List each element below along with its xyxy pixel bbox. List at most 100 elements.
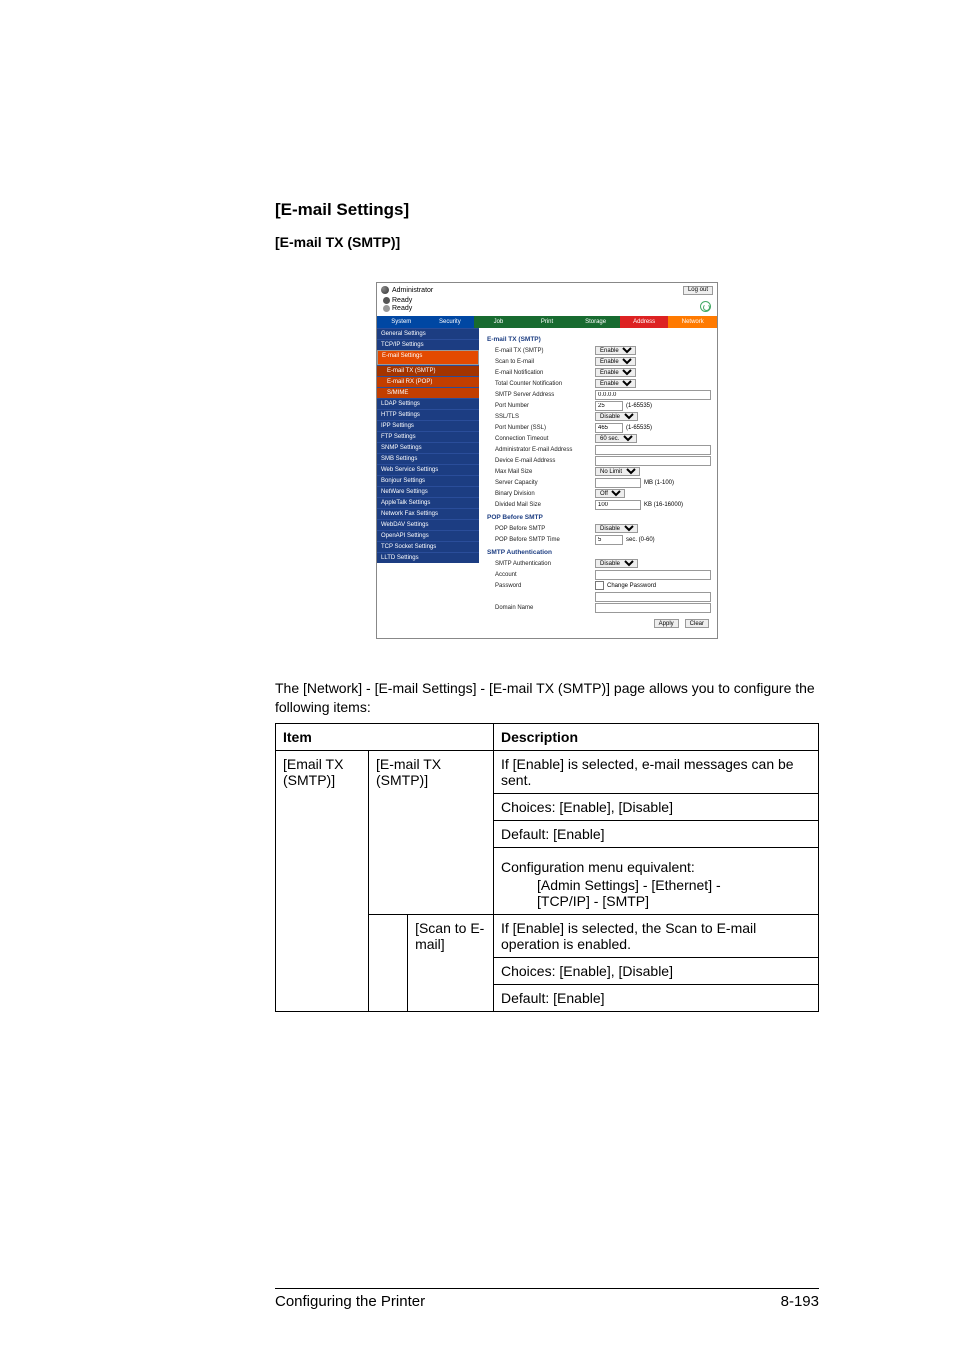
form-suffix: (1-65535) [626, 425, 652, 431]
smtp-server-input[interactable] [595, 390, 711, 400]
footer-page: 8-193 [781, 1293, 819, 1310]
admin-screenshot: Administrator Log out Ready Ready System… [376, 282, 718, 639]
sidebar-item[interactable]: LLTD Settings [377, 552, 479, 563]
sidebar-item[interactable]: E-mail Settings [377, 350, 479, 365]
tab-job[interactable]: Job [474, 316, 523, 328]
page-footer: Configuring the Printer 8-193 [275, 1288, 819, 1310]
form-section-title: E-mail TX (SMTP) [487, 332, 711, 345]
sidebar-item[interactable]: AppleTalk Settings [377, 497, 479, 508]
form-label: Scan to E-mail [487, 359, 595, 365]
connection-timeout-select[interactable]: 60 sec. [595, 434, 637, 443]
refresh-icon[interactable] [700, 301, 711, 312]
heading-email-tx-smtp: [E-mail TX (SMTP)] [275, 234, 819, 250]
sidebar-item[interactable]: Bonjour Settings [377, 475, 479, 486]
sidebar-item[interactable]: S/MIME [377, 387, 479, 398]
tab-address[interactable]: Address [620, 316, 669, 328]
sidebar-item[interactable]: E-mail TX (SMTP) [377, 365, 479, 376]
form-suffix: KB (16-16000) [644, 502, 683, 508]
device-email-input[interactable] [595, 456, 711, 466]
pop-before-smtp-select[interactable]: Disable [595, 524, 638, 533]
avatar-icon [381, 286, 389, 294]
form-label: POP Before SMTP Time [487, 537, 595, 543]
form-label: Server Capacity [487, 480, 595, 486]
form-label: Port Number [487, 403, 595, 409]
max-mail-size-select[interactable]: No Limit [595, 467, 640, 476]
tab-network[interactable]: Network [668, 316, 717, 328]
change-password-label: Change Password [607, 583, 656, 589]
th-description: Description [494, 723, 819, 750]
port-number-input[interactable] [595, 401, 623, 411]
sidebar: General Settings TCP/IP Settings E-mail … [377, 328, 479, 638]
sidebar-item[interactable]: TCP/IP Settings [377, 339, 479, 350]
cell-desc: Default: [Enable] [494, 820, 819, 847]
server-capacity-input[interactable] [595, 478, 641, 488]
binary-division-select[interactable]: Off [595, 489, 625, 498]
tab-system[interactable]: System [377, 316, 426, 328]
smtp-auth-select[interactable]: Disable [595, 559, 638, 568]
account-input[interactable] [595, 570, 711, 580]
administrator-label: Administrator [392, 287, 433, 294]
logout-button[interactable]: Log out [683, 286, 713, 295]
tab-print[interactable]: Print [523, 316, 572, 328]
cell-desc: If [Enable] is selected, e-mail messages… [494, 750, 819, 793]
form-suffix: (1-65535) [626, 403, 652, 409]
heading-email-settings: [E-mail Settings] [275, 200, 819, 220]
password-input[interactable] [595, 592, 711, 602]
email-notification-select[interactable]: Enable [595, 368, 636, 377]
status-ready-1: Ready [392, 297, 412, 304]
sidebar-item[interactable]: NetWare Settings [377, 486, 479, 497]
form-label: Domain Name [487, 605, 595, 611]
divided-mail-size-input[interactable] [595, 500, 641, 510]
sidebar-item[interactable]: E-mail RX (POP) [377, 376, 479, 387]
form-label: Divided Mail Size [487, 502, 595, 508]
tab-security[interactable]: Security [426, 316, 475, 328]
email-tx-smtp-select[interactable]: Enable [595, 346, 636, 355]
status-dot-icon [383, 297, 390, 304]
cell-email-tx-smtp: [Email TX (SMTP)] [276, 750, 369, 1011]
footer-title: Configuring the Printer [275, 1293, 425, 1310]
sidebar-item[interactable]: OpenAPI Settings [377, 530, 479, 541]
change-password-checkbox[interactable] [595, 581, 604, 590]
form-suffix: MB (1-100) [644, 480, 674, 486]
sidebar-item[interactable]: FTP Settings [377, 431, 479, 442]
sidebar-item[interactable]: TCP Socket Settings [377, 541, 479, 552]
form-section-title: SMTP Authentication [487, 545, 711, 558]
lead-paragraph: The [Network] - [E-mail Settings] - [E-m… [275, 679, 819, 717]
clear-button[interactable]: Clear [685, 619, 709, 628]
sidebar-item[interactable]: Network Fax Settings [377, 508, 479, 519]
cell-desc: Choices: [Enable], [Disable] [494, 793, 819, 820]
form-label: Password [487, 583, 595, 589]
form-area: E-mail TX (SMTP) E-mail TX (SMTP)Enable … [479, 328, 717, 638]
scan-to-email-select[interactable]: Enable [595, 357, 636, 366]
sidebar-item[interactable]: HTTP Settings [377, 409, 479, 420]
sidebar-item[interactable]: WebDAV Settings [377, 519, 479, 530]
sidebar-item[interactable]: SMB Settings [377, 453, 479, 464]
form-label: POP Before SMTP [487, 526, 595, 532]
sidebar-item[interactable]: LDAP Settings [377, 398, 479, 409]
sidebar-item[interactable]: Web Service Settings [377, 464, 479, 475]
pop-before-time-input[interactable] [595, 535, 623, 545]
sidebar-item[interactable]: General Settings [377, 328, 479, 339]
sidebar-item[interactable]: SNMP Settings [377, 442, 479, 453]
form-label: SMTP Server Address [487, 392, 595, 398]
th-item: Item [276, 723, 494, 750]
total-counter-select[interactable]: Enable [595, 379, 636, 388]
sidebar-item[interactable]: IPP Settings [377, 420, 479, 431]
cell-desc: Configuration menu equivalent: [Admin Se… [494, 847, 819, 914]
top-tabs: System Security Job Print Storage Addres… [377, 316, 717, 328]
form-label: E-mail TX (SMTP) [487, 348, 595, 354]
admin-email-input[interactable] [595, 445, 711, 455]
domain-name-input[interactable] [595, 603, 711, 613]
form-label: Binary Division [487, 491, 595, 497]
ssl-tls-select[interactable]: Disable [595, 412, 638, 421]
status-dot-icon [383, 305, 390, 312]
form-label: SMTP Authentication [487, 561, 595, 567]
apply-button[interactable]: Apply [654, 619, 679, 628]
cell-desc: Choices: [Enable], [Disable] [494, 957, 819, 984]
form-label: E-mail Notification [487, 370, 595, 376]
status-ready-2: Ready [392, 305, 412, 312]
tab-storage[interactable]: Storage [571, 316, 620, 328]
form-label: Max Mail Size [487, 469, 595, 475]
form-section-title: POP Before SMTP [487, 510, 711, 523]
port-ssl-input[interactable] [595, 423, 623, 433]
